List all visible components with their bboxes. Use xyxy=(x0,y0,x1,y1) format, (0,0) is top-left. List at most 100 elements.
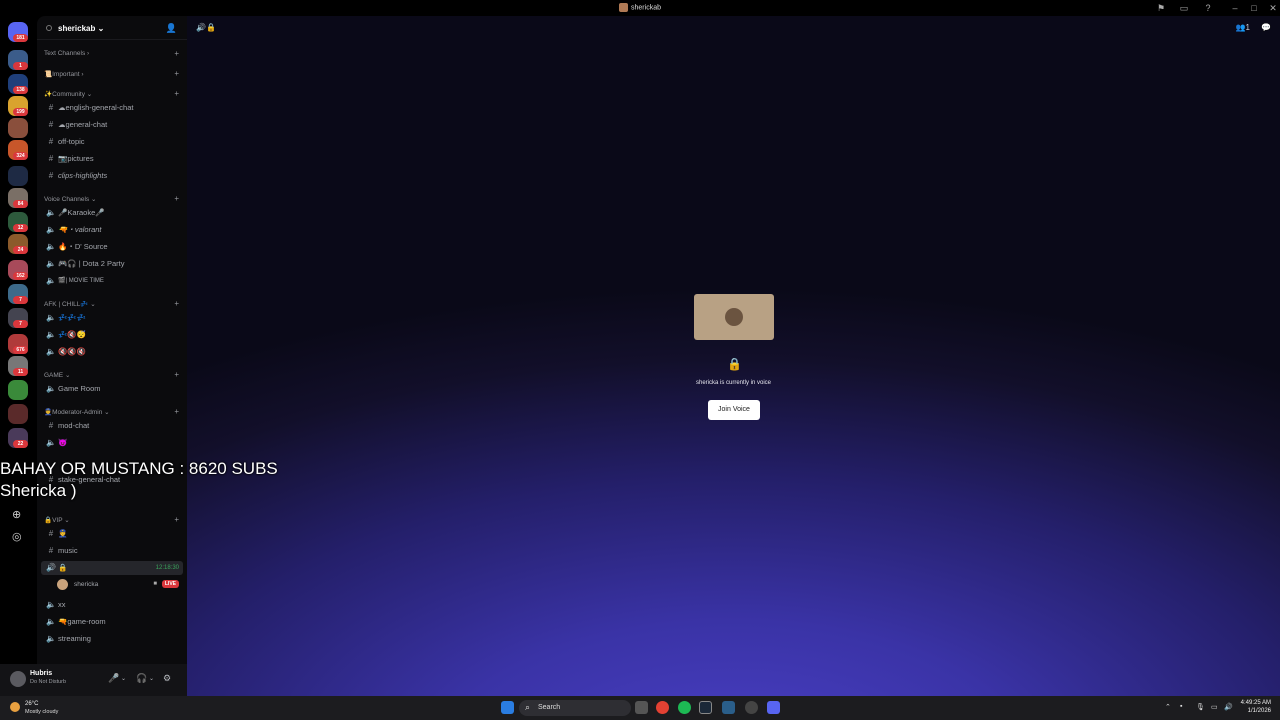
invite-icon[interactable]: 👤 xyxy=(166,23,177,34)
category-label: 👮Moderator-Admin xyxy=(44,409,103,416)
voice-channel-afk-3[interactable]: 🔈 🔇🔇🔇 xyxy=(41,345,183,359)
close-icon[interactable]: ✕ xyxy=(1268,3,1278,13)
category-vip[interactable]: 🔒VIP ⌄ xyxy=(44,516,70,524)
category-moderator-admin[interactable]: 👮Moderator-Admin ⌄ xyxy=(44,408,110,416)
category-community[interactable]: ✨Community ⌄ xyxy=(44,90,92,98)
chevron-up-icon[interactable]: ⌃ xyxy=(1165,703,1171,711)
add-channel-icon[interactable]: + xyxy=(174,407,179,416)
voice-member[interactable]: shericka ■ LIVE xyxy=(57,578,183,591)
channel-label: 💤💤💤 xyxy=(58,313,87,322)
gear-icon[interactable]: ⚙ xyxy=(163,673,171,684)
server-header[interactable]: sherickab ⌄ 👤 xyxy=(37,16,187,40)
add-channel-icon[interactable]: + xyxy=(174,370,179,379)
server-icon[interactable] xyxy=(8,380,28,400)
members-button[interactable]: 👥1 xyxy=(1236,23,1250,32)
discover-icon[interactable]: ◎ xyxy=(12,530,22,543)
server-icon[interactable] xyxy=(8,118,28,138)
channel-label: 🔥・D' Source xyxy=(58,242,108,251)
voice-channel-game-room-2[interactable]: 🔈 🔫game-room xyxy=(41,615,183,629)
channel-label: off-topic xyxy=(58,137,85,146)
tray-icon[interactable]: ▪ xyxy=(1180,703,1182,710)
server-name[interactable]: sherickab ⌄ xyxy=(58,24,104,33)
channel-label: 📷pictures xyxy=(58,154,94,163)
chat-icon[interactable]: 💬 xyxy=(1261,23,1271,32)
voice-channel-d-source[interactable]: 🔈 🔥・D' Source xyxy=(41,240,183,254)
add-channel-icon[interactable]: + xyxy=(174,299,179,308)
headphones-icon[interactable]: 🎧 xyxy=(136,673,147,684)
microphone-icon[interactable]: 🎤 xyxy=(108,673,119,684)
task-view-icon[interactable] xyxy=(635,701,648,714)
clock[interactable]: 4:49:25 AM 1/1/2026 xyxy=(1241,699,1271,715)
add-channel-icon[interactable]: + xyxy=(174,69,179,78)
voice-channel-mod[interactable]: 🔈 😈 xyxy=(41,436,183,450)
live-badge: LIVE xyxy=(161,580,179,588)
category-afk-chill[interactable]: AFK | CHILL💤 ⌄ xyxy=(44,300,96,308)
discord-icon[interactable] xyxy=(767,701,780,714)
voice-channel-afk-1[interactable]: 🔈 💤💤💤 xyxy=(41,311,183,325)
server-badge: 84 xyxy=(13,200,28,208)
voice-channel-movie-time[interactable]: 🔈 🎬| MOVIE TIME xyxy=(41,274,183,288)
pin-icon[interactable]: ⚑ xyxy=(1156,3,1166,13)
volume-icon[interactable]: 🔊 xyxy=(1224,703,1233,711)
mic-icon[interactable]: 🎙 xyxy=(1196,703,1205,711)
voice-channel-valorant[interactable]: 🔈 🔫・valorant xyxy=(41,223,183,237)
voice-channel-karaoke[interactable]: 🔈 🎤Karaoke🎤 xyxy=(41,206,183,220)
voice-channel-xx[interactable]: 🔈 xx xyxy=(41,598,183,612)
help-icon[interactable]: ? xyxy=(1203,3,1213,13)
avatar xyxy=(57,579,68,590)
add-channel-icon[interactable]: + xyxy=(174,194,179,203)
channel-label: 🔫・valorant xyxy=(58,225,102,234)
spotify-icon[interactable] xyxy=(678,701,691,714)
chrome-icon[interactable] xyxy=(656,701,669,714)
add-channel-icon[interactable]: + xyxy=(174,89,179,98)
steam-icon[interactable] xyxy=(699,701,712,714)
channel-english-general-chat[interactable]: # ☁english-general-chat xyxy=(41,101,183,115)
server-badge: 22 xyxy=(13,440,28,448)
start-icon[interactable] xyxy=(501,701,514,714)
voice-channel-afk-2[interactable]: 🔈 💤🔇😴 xyxy=(41,328,183,342)
chevron-down-icon[interactable]: ⌄ xyxy=(121,675,126,682)
obs-icon[interactable] xyxy=(745,701,758,714)
add-channel-icon[interactable]: + xyxy=(174,49,179,58)
voice-channel-game-room[interactable]: 🔈 Game Room xyxy=(41,382,183,396)
channel-off-topic[interactable]: # off-topic xyxy=(41,135,183,149)
speaker-icon: 🔈 xyxy=(46,276,56,285)
server-badge: 12 xyxy=(13,224,28,232)
app-icon[interactable] xyxy=(722,701,735,714)
channel-music[interactable]: # music xyxy=(41,544,183,558)
hash-icon: # xyxy=(48,103,54,112)
tray-icon[interactable]: ▭ xyxy=(1211,703,1218,711)
add-server-icon[interactable]: ⊕ xyxy=(12,508,21,521)
channel-label: 🎮🎧 | Dota 2 Party xyxy=(58,259,125,268)
server-icon[interactable] xyxy=(8,404,28,424)
participant-tile[interactable] xyxy=(694,294,774,340)
speaker-icon: 🔈 xyxy=(46,259,56,268)
channel-vip[interactable]: # 👮 xyxy=(41,527,183,541)
voice-channel-vip-active[interactable]: 🔊 🔒 12:18:30 xyxy=(41,561,183,575)
chevron-down-icon[interactable]: ⌄ xyxy=(149,675,154,682)
join-voice-button[interactable]: Join Voice xyxy=(708,400,760,420)
voice-channel-streaming[interactable]: 🔈 streaming xyxy=(41,632,183,646)
add-channel-icon[interactable]: + xyxy=(174,515,179,524)
channel-label: streaming xyxy=(58,634,91,643)
channel-label: ☁english-general-chat xyxy=(58,103,134,112)
channel-label: music xyxy=(58,546,78,555)
category-text-channels[interactable]: Text Channels › xyxy=(44,50,89,57)
minimize-icon[interactable]: – xyxy=(1230,3,1240,13)
category-important[interactable]: 📜Important › xyxy=(44,70,84,78)
server-badge: 24 xyxy=(13,246,28,254)
voice-channel-dota[interactable]: 🔈 🎮🎧 | Dota 2 Party xyxy=(41,257,183,271)
search-box[interactable]: ⌕ Search xyxy=(519,700,631,716)
server-icon[interactable] xyxy=(8,166,28,186)
inbox-icon[interactable]: ▭ xyxy=(1179,3,1189,13)
channel-sidebar: sherickab ⌄ 👤 Text Channels › + 📜Importa… xyxy=(37,16,187,664)
channel-pictures[interactable]: # 📷pictures xyxy=(41,152,183,166)
maximize-icon[interactable]: □ xyxy=(1249,3,1259,13)
channel-mod-chat[interactable]: # mod-chat xyxy=(41,419,183,433)
channel-clips-highlights[interactable]: # clips-highlights xyxy=(41,169,183,183)
user-avatar[interactable] xyxy=(10,671,26,687)
channel-general-chat[interactable]: # ☁general-chat xyxy=(41,118,183,132)
category-game[interactable]: GAME ⌄ xyxy=(44,371,70,379)
category-label: 🔒VIP xyxy=(44,517,63,524)
category-voice-channels[interactable]: Voice Channels ⌄ xyxy=(44,195,96,203)
